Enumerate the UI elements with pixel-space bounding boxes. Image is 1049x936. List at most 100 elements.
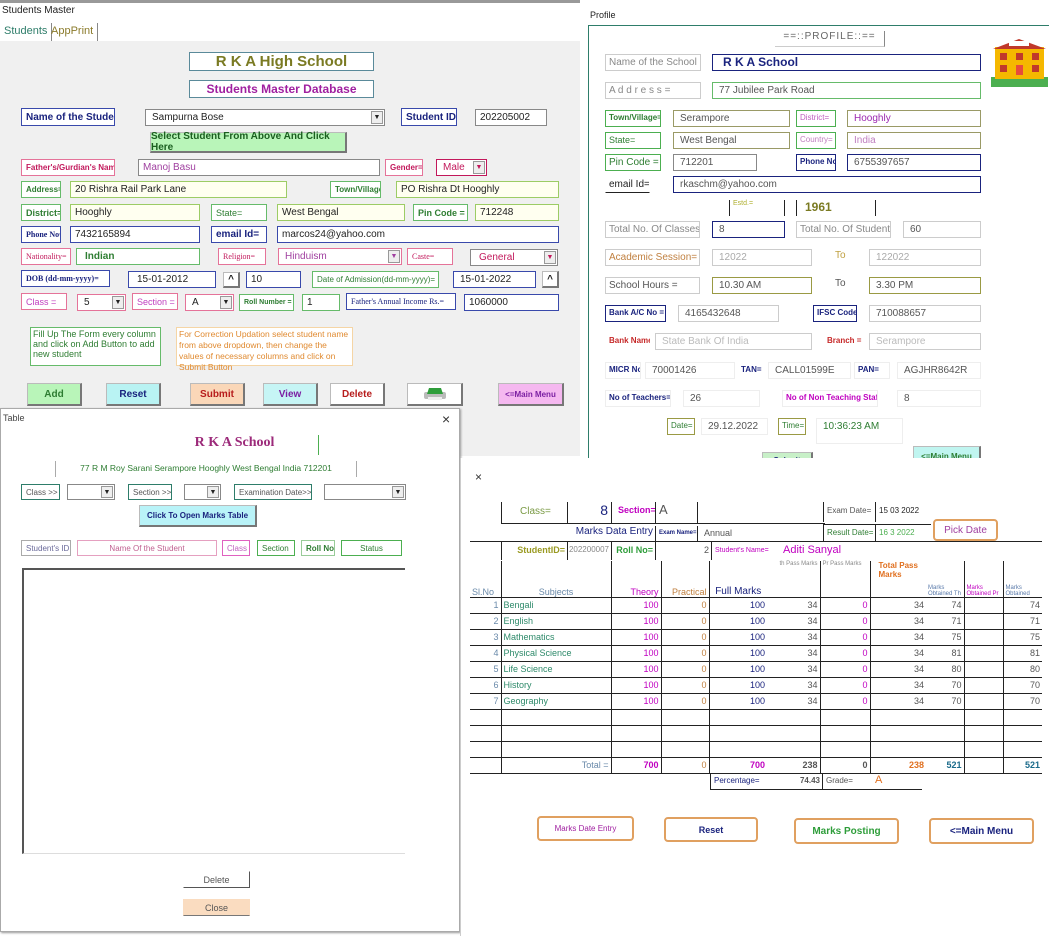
cell-practical[interactable]: 0 — [660, 693, 709, 710]
close-icon[interactable]: × — [475, 470, 482, 484]
cell-theory[interactable]: 100 — [610, 613, 661, 630]
submit-button[interactable]: Submit — [190, 383, 245, 406]
section-filter-select[interactable]: ▼ — [184, 484, 221, 500]
student-list[interactable] — [22, 568, 405, 854]
cell-obt-th[interactable]: 75 — [926, 629, 964, 646]
view-button[interactable]: View — [263, 383, 318, 406]
doa-picker-button[interactable]: ^ — [542, 271, 559, 288]
student-name-select[interactable]: Sampurna Bose ▼ — [145, 109, 385, 126]
class-select[interactable]: 5 ▼ — [77, 294, 126, 311]
teachers-input[interactable]: 26 — [683, 390, 760, 407]
table-close-button[interactable]: Close — [183, 899, 250, 916]
marks-reset-button[interactable]: Reset — [664, 817, 758, 842]
open-marks-table-button[interactable]: Click To Open Marks Table — [139, 505, 257, 527]
cell-obt-th[interactable]: 71 — [926, 613, 964, 630]
cell-th-pass[interactable]: 34 — [767, 629, 820, 646]
cell-th-pass[interactable]: 34 — [767, 597, 820, 614]
cell-theory[interactable]: 100 — [610, 597, 661, 614]
cell-practical[interactable]: 0 — [660, 613, 709, 630]
cell-obt[interactable]: 71 — [1002, 613, 1042, 630]
micr-input[interactable]: 70001426 — [645, 362, 735, 379]
cell-practical[interactable]: 0 — [660, 661, 709, 678]
cell-obt-pr[interactable] — [963, 693, 1003, 710]
cell-total-pass[interactable]: 34 — [869, 645, 926, 662]
session-from-input[interactable]: 12022 — [712, 249, 812, 266]
cell-total-pass[interactable]: 34 — [869, 693, 926, 710]
chevron-down-icon[interactable]: ▼ — [544, 251, 556, 264]
chevron-down-icon[interactable]: ▼ — [388, 250, 400, 263]
income-input[interactable]: 1060000 — [464, 294, 559, 311]
cell-pr-pass[interactable]: 0 — [819, 693, 870, 710]
cell-obt-th[interactable]: 70 — [926, 693, 964, 710]
town-input[interactable]: Serampore — [673, 110, 790, 127]
cell-full[interactable]: 100 — [708, 661, 767, 678]
district-input[interactable]: Hooghly — [847, 110, 981, 127]
pan-input[interactable]: AGJHR8642R — [897, 362, 981, 379]
cell-total-pass[interactable]: 34 — [869, 661, 926, 678]
marks-posting-button[interactable]: Marks Posting — [794, 818, 899, 844]
cell-obt-th[interactable]: 74 — [926, 597, 964, 614]
chevron-down-icon[interactable]: ▼ — [371, 111, 383, 124]
district-input[interactable]: Hooghly — [70, 204, 200, 221]
phone-input[interactable]: 6755397657 — [847, 154, 981, 171]
nationality-input[interactable]: Indian — [76, 248, 200, 265]
add-button[interactable]: Add — [27, 383, 82, 406]
ifsc-input[interactable]: 710088657 — [869, 305, 981, 322]
country-input[interactable]: India — [847, 132, 981, 149]
print-button[interactable] — [407, 383, 463, 406]
cell-obt[interactable]: 70 — [1002, 693, 1042, 710]
cell-obt-pr[interactable] — [963, 661, 1003, 678]
cell-theory[interactable]: 100 — [610, 677, 661, 694]
pick-date-button[interactable]: Pick Date — [933, 519, 998, 541]
cell-th-pass[interactable]: 34 — [767, 693, 820, 710]
cell-full[interactable]: 100 — [708, 629, 767, 646]
exam-date-filter-select[interactable]: ▼ — [324, 484, 406, 500]
student-id-input[interactable]: 202205002 — [475, 109, 547, 126]
close-icon[interactable]: × — [442, 411, 450, 427]
roll-number-input[interactable]: 1 — [302, 294, 340, 311]
cell-full[interactable]: 100 — [708, 677, 767, 694]
town-input[interactable]: PO Rishra Dt Hooghly — [396, 181, 559, 198]
tab-students[interactable]: Students — [0, 23, 53, 41]
chevron-down-icon[interactable]: ▼ — [220, 296, 232, 309]
cell-th-pass[interactable]: 34 — [767, 677, 820, 694]
hours-from-input[interactable]: 10.30 AM — [712, 277, 812, 294]
cell-obt-th[interactable]: 70 — [926, 677, 964, 694]
cell-pr-pass[interactable]: 0 — [819, 645, 870, 662]
cell-total-pass[interactable]: 34 — [869, 597, 926, 614]
age-input[interactable]: 10 — [246, 271, 301, 288]
tan-input[interactable]: CALL01599E — [768, 362, 851, 379]
cell-obt-th[interactable]: 81 — [926, 645, 964, 662]
cell-th-pass[interactable]: 34 — [767, 661, 820, 678]
dob-picker-button[interactable]: ^ — [223, 272, 240, 288]
address-input[interactable]: 77 Jubilee Park Road — [712, 82, 981, 99]
pin-code-input[interactable]: 712201 — [673, 154, 757, 171]
cell-full[interactable]: 100 — [708, 613, 767, 630]
cell-total-pass[interactable]: 34 — [869, 613, 926, 630]
school-name-input[interactable]: R K A School — [712, 54, 981, 71]
total-students-input[interactable]: 60 — [903, 221, 981, 238]
cell-pr-pass[interactable]: 0 — [819, 661, 870, 678]
cell-full[interactable]: 100 — [708, 597, 767, 614]
cell-practical[interactable]: 0 — [660, 677, 709, 694]
cell-obt[interactable]: 80 — [1002, 661, 1042, 678]
pin-code-input[interactable]: 712248 — [475, 204, 559, 221]
total-classes-input[interactable]: 8 — [712, 221, 785, 238]
email-input[interactable]: rkaschm@yahoo.com — [673, 176, 981, 193]
cell-obt-pr[interactable] — [963, 677, 1003, 694]
chevron-down-icon[interactable]: ▼ — [101, 486, 113, 498]
cell-practical[interactable]: 0 — [660, 597, 709, 614]
session-to-input[interactable]: 122022 — [869, 249, 981, 266]
cell-obt-pr[interactable] — [963, 613, 1003, 630]
delete-button[interactable]: Delete — [330, 383, 385, 406]
cell-total-pass[interactable]: 34 — [869, 629, 926, 646]
cell-practical[interactable]: 0 — [660, 629, 709, 646]
cell-full[interactable]: 100 — [708, 645, 767, 662]
doa-input[interactable]: 15-01-2022 — [453, 271, 536, 288]
cell-pr-pass[interactable]: 0 — [819, 629, 870, 646]
cell-obt[interactable]: 70 — [1002, 677, 1042, 694]
chevron-down-icon[interactable]: ▼ — [207, 486, 219, 498]
reset-button[interactable]: Reset — [106, 383, 161, 406]
cell-pr-pass[interactable]: 0 — [819, 613, 870, 630]
cell-obt-pr[interactable] — [963, 629, 1003, 646]
